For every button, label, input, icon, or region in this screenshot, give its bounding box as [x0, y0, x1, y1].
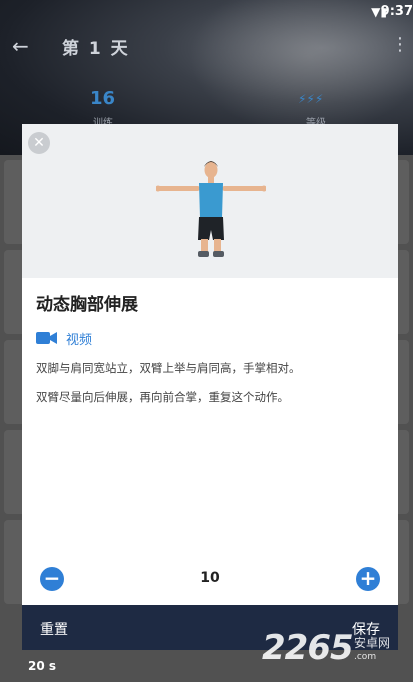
back-arrow-icon[interactable]: ←	[12, 32, 36, 60]
increase-button[interactable]: +	[356, 567, 380, 591]
description-line-1: 双脚与肩同宽站立，双臂上举与肩同高，手掌相对。	[36, 361, 301, 375]
exercise-illustration: ✕	[22, 124, 398, 278]
description-line-2: 双臂尽量向后伸展，再向前合掌，重复这个动作。	[36, 390, 289, 404]
close-icon[interactable]: ✕	[28, 132, 50, 154]
workout-count: 16	[90, 88, 116, 109]
exercise-figure-icon	[156, 161, 266, 257]
decrease-button[interactable]: −	[40, 567, 64, 591]
video-camera-icon	[36, 332, 57, 344]
status-bar: ▼▮ 9:37	[0, 0, 413, 24]
exercise-title: 动态胸部伸展	[36, 295, 138, 315]
watermark-logo: 2265 安卓网 .com	[262, 628, 412, 672]
reset-button[interactable]: 重置	[40, 619, 68, 639]
exercise-dialog: ✕ 动态胸部伸展 视频 双脚与肩同宽站立，双臂上举与肩同高，手掌相对。 双臂尽量…	[22, 124, 398, 650]
repetition-count: 10	[200, 570, 220, 586]
watermark-sub: 安卓网	[354, 636, 391, 650]
page-title: 第 1 天	[62, 39, 130, 59]
video-label[interactable]: 视频	[66, 329, 92, 348]
level-bolt-icon: ⚡⚡⚡	[298, 92, 324, 106]
more-menu-icon[interactable]: ⋮	[391, 34, 409, 55]
status-time: 9:37	[380, 4, 413, 19]
watermark-main: 2265	[262, 628, 354, 668]
duration-label: 20 s	[28, 659, 57, 673]
watermark-url: .com	[354, 652, 377, 662]
toolbar: ← 第 1 天 ⋮	[0, 30, 413, 64]
